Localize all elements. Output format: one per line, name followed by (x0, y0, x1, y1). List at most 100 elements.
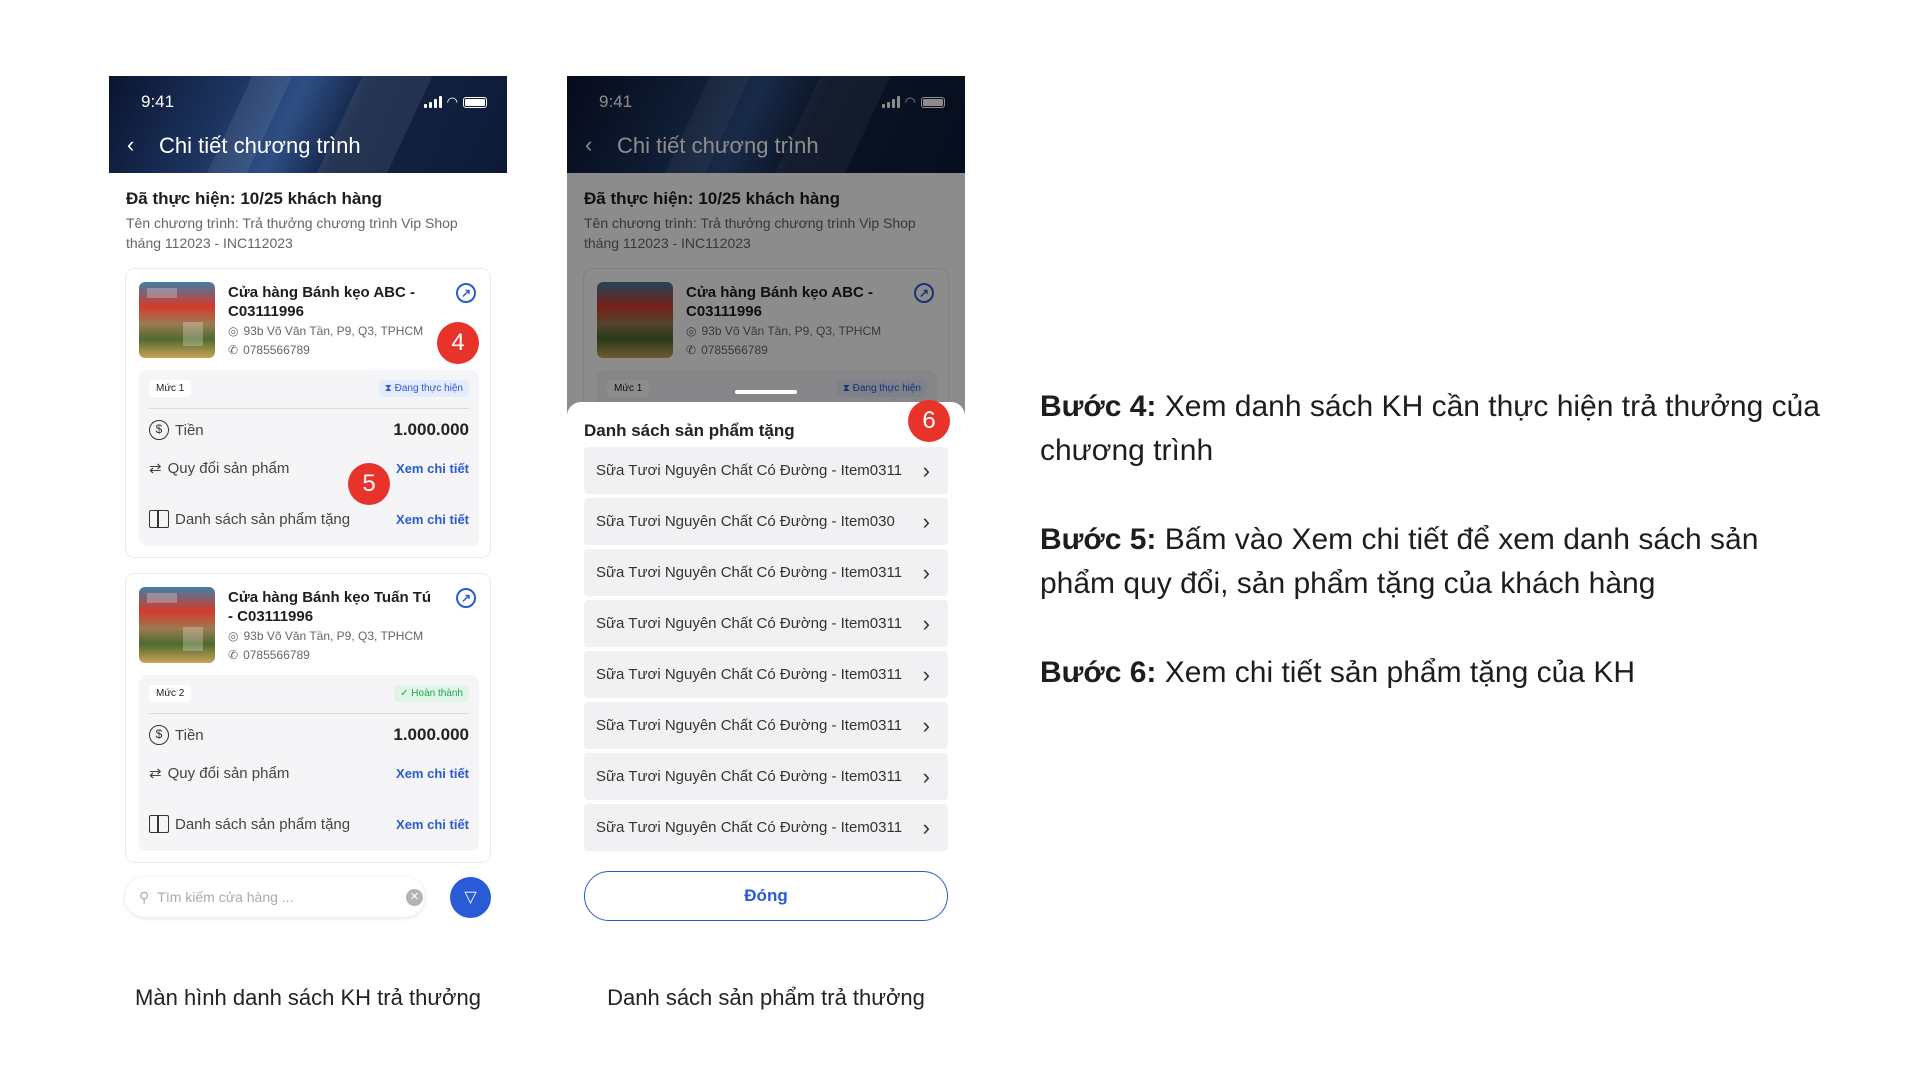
store-address: ◎ 93b Võ Văn Tần, P9, Q3, TPHCM (228, 324, 423, 338)
swap-row: ⇄ Quy đổi sản phẩm Xem chi tiết (149, 764, 469, 783)
gift-icon (149, 815, 169, 833)
product-list-item[interactable]: Sữa Tươi Nguyên Chất Có Đường - Item0311… (584, 549, 948, 596)
step-badge-5: 5 (348, 463, 390, 505)
swap-arrows-icon: ⇄ (149, 460, 162, 477)
chevron-right-icon: › (922, 559, 930, 585)
product-list-item[interactable]: Sữa Tươi Nguyên Chất Có Đường - Item0311… (584, 651, 948, 698)
search-icon: ⚲ (139, 888, 150, 905)
product-list-item[interactable]: Sữa Tươi Nguyên Chất Có Đường - Item0311… (584, 702, 948, 749)
phone-icon: ✆ (228, 648, 239, 662)
product-list-item[interactable]: Sữa Tươi Nguyên Chất Có Đường - Item0311… (584, 753, 948, 800)
phone-text: 0785566789 (243, 343, 310, 357)
swap-label: Quy đổi sản phẩm (167, 764, 290, 782)
product-name: Sữa Tươi Nguyên Chất Có Đường - Item0311 (596, 564, 903, 581)
gift-detail-link[interactable]: Xem chi tiết (396, 817, 469, 832)
chevron-right-icon: › (922, 814, 930, 840)
status-time: 9:41 (141, 92, 175, 111)
location-pin-icon: ◎ (228, 324, 239, 338)
search-placeholder: Tìm kiếm cửa hàng ... (157, 889, 294, 905)
swap-detail-link[interactable]: Xem chi tiết (396, 461, 469, 476)
step-text: Xem chi tiết sản phẩm tặng của KH (1156, 656, 1636, 689)
step-text: Xem danh sách KH cần thực hiện trả thưởn… (1040, 390, 1820, 467)
product-list: Sữa Tươi Nguyên Chất Có Đường - Item0311… (584, 447, 948, 855)
gift-label: Danh sách sản phẩm tặng (175, 815, 351, 833)
product-name: Sữa Tươi Nguyên Chất Có Đường - Item0311 (596, 462, 903, 479)
dollar-coin-icon: $ (149, 725, 169, 745)
step-label: Bước 5: (1040, 523, 1157, 556)
store-photo (139, 587, 215, 663)
bottom-sheet: Danh sách sản phẩm tặng Sữa Tươi Nguyên … (567, 390, 965, 950)
back-icon[interactable]: ‹ (127, 134, 134, 156)
search-input[interactable]: ⚲ Tìm kiếm cửa hàng ... (125, 877, 425, 917)
clear-search-icon[interactable]: ✕ (406, 889, 423, 906)
money-row: $ Tiền 1.000.000 (149, 725, 469, 745)
gift-detail-link[interactable]: Xem chi tiết (396, 512, 469, 527)
swap-arrows-icon: ⇄ (149, 765, 162, 782)
step-4: Bước 4: Xem danh sách KH cần thực hiện t… (1040, 385, 1840, 473)
reward-detail-box: Mức 2 ✓ Hoàn thành $ Tiền 1.000.000 ⇄ Quy đ… (139, 675, 479, 851)
close-button[interactable]: Đóng (584, 871, 948, 921)
phone-icon: ✆ (228, 343, 239, 357)
swap-detail-link[interactable]: Xem chi tiết (396, 766, 469, 781)
product-list-item[interactable]: Sữa Tươi Nguyên Chất Có Đường - Item0311… (584, 804, 948, 851)
address-text: 93b Võ Văn Tần, P9, Q3, TPHCM (243, 324, 424, 338)
screen-reward-customer-list: 9:41 ◠ ‹ Chi tiết chương trình Đã thực h… (109, 76, 507, 950)
sheet-grabber[interactable] (735, 390, 797, 394)
caption-screen1: Màn hình danh sách KH trả thưởng (135, 985, 481, 1010)
product-name: Sữa Tươi Nguyên Chất Có Đường - Item0311 (596, 666, 903, 683)
level-badge: Mức 1 (149, 380, 192, 397)
signal-icon (423, 96, 442, 108)
gift-icon (149, 510, 169, 528)
status-icons: ◠ (423, 94, 487, 109)
step-5: Bước 5: Bấm vào Xem chi tiết để xem danh… (1040, 518, 1840, 606)
wifi-icon: ◠ (446, 94, 458, 109)
chevron-right-icon: › (922, 763, 930, 789)
store-card[interactable]: Cửa hàng Bánh kẹo ABC - C03111996 ↗ ◎ 93b… (125, 268, 491, 558)
store-name: Cửa hàng Bánh kẹo ABC - C03111996 (228, 284, 415, 320)
product-name: Sữa Tươi Nguyên Chất Có Đường - Item0311 (596, 615, 903, 632)
store-photo (139, 282, 215, 358)
product-list-item[interactable]: Sữa Tươi Nguyên Chất Có Đường - Item0311… (584, 600, 948, 647)
screen-gift-product-list: 9:41 ◠ ‹ Chi tiết chương trình Đã thực h… (567, 76, 965, 950)
chevron-right-icon: › (922, 508, 930, 534)
swap-label: Quy đổi sản phẩm (167, 459, 290, 477)
store-phone: ✆ 0785566789 (228, 343, 310, 357)
money-label: Tiền (175, 726, 204, 744)
step-instructions: Bước 4: Xem danh sách KH cần thực hiện t… (1040, 385, 1840, 740)
app-header: 9:41 ◠ ‹ Chi tiết chương trình (109, 76, 507, 173)
money-row: $ Tiền 1.000.000 (149, 420, 469, 440)
gift-row: Danh sách sản phẩm tặng Xem chi tiết (149, 815, 469, 833)
product-name: Sữa Tươi Nguyên Chất Có Đường - Item0311 (596, 819, 903, 836)
dollar-coin-icon: $ (149, 420, 169, 440)
money-amount: 1.000.000 (393, 420, 469, 439)
store-address: ◎ 93b Võ Văn Tần, P9, Q3, TPHCM (228, 629, 423, 643)
external-link-icon[interactable]: ↗ (456, 283, 476, 303)
product-list-item[interactable]: Sữa Tươi Nguyên Chất Có Đường - Item0311… (584, 447, 948, 494)
product-name: Sữa Tươi Nguyên Chất Có Đường - Item030 (596, 513, 895, 530)
gift-label: Danh sách sản phẩm tặng (175, 510, 351, 528)
external-link-icon[interactable]: ↗ (456, 588, 476, 608)
phone-text: 0785566789 (243, 648, 310, 662)
money-amount: 1.000.000 (393, 725, 469, 744)
chevron-right-icon: › (922, 610, 930, 636)
progress-text: Đã thực hiện: 10/25 khách hàng (126, 189, 383, 208)
page-title: Chi tiết chương trình (159, 133, 361, 158)
status-badge: ✓ Hoàn thành (394, 685, 469, 702)
level-badge: Mức 2 (149, 685, 192, 702)
step-badge-4: 4 (437, 322, 479, 364)
chevron-right-icon: › (922, 457, 930, 483)
reward-detail-box: Mức 1 ⧗ Đang thực hiện $ Tiền 1.000.000 ⇄ Q… (139, 370, 479, 546)
battery-icon (463, 96, 487, 108)
product-list-item[interactable]: Sữa Tươi Nguyên Chất Có Đường - Item030 › (584, 498, 948, 545)
sheet-title: Danh sách sản phẩm tặng (584, 421, 795, 440)
address-text: 93b Võ Văn Tần, P9, Q3, TPHCM (243, 629, 424, 643)
store-card[interactable]: Cửa hàng Bánh kẹo Tuấn Tú - C03111996 ↗ … (125, 573, 491, 863)
program-name: Tên chương trình: Trả thưởng chương trìn… (126, 215, 458, 251)
filter-funnel-icon[interactable]: ▽ (450, 877, 491, 918)
step-6: Bước 6: Xem chi tiết sản phẩm tặng của K… (1040, 651, 1840, 695)
chevron-right-icon: › (922, 661, 930, 687)
money-label: Tiền (175, 421, 204, 439)
status-badge: ⧗ Đang thực hiện (378, 380, 469, 397)
chevron-right-icon: › (922, 712, 930, 738)
divider (149, 408, 469, 409)
